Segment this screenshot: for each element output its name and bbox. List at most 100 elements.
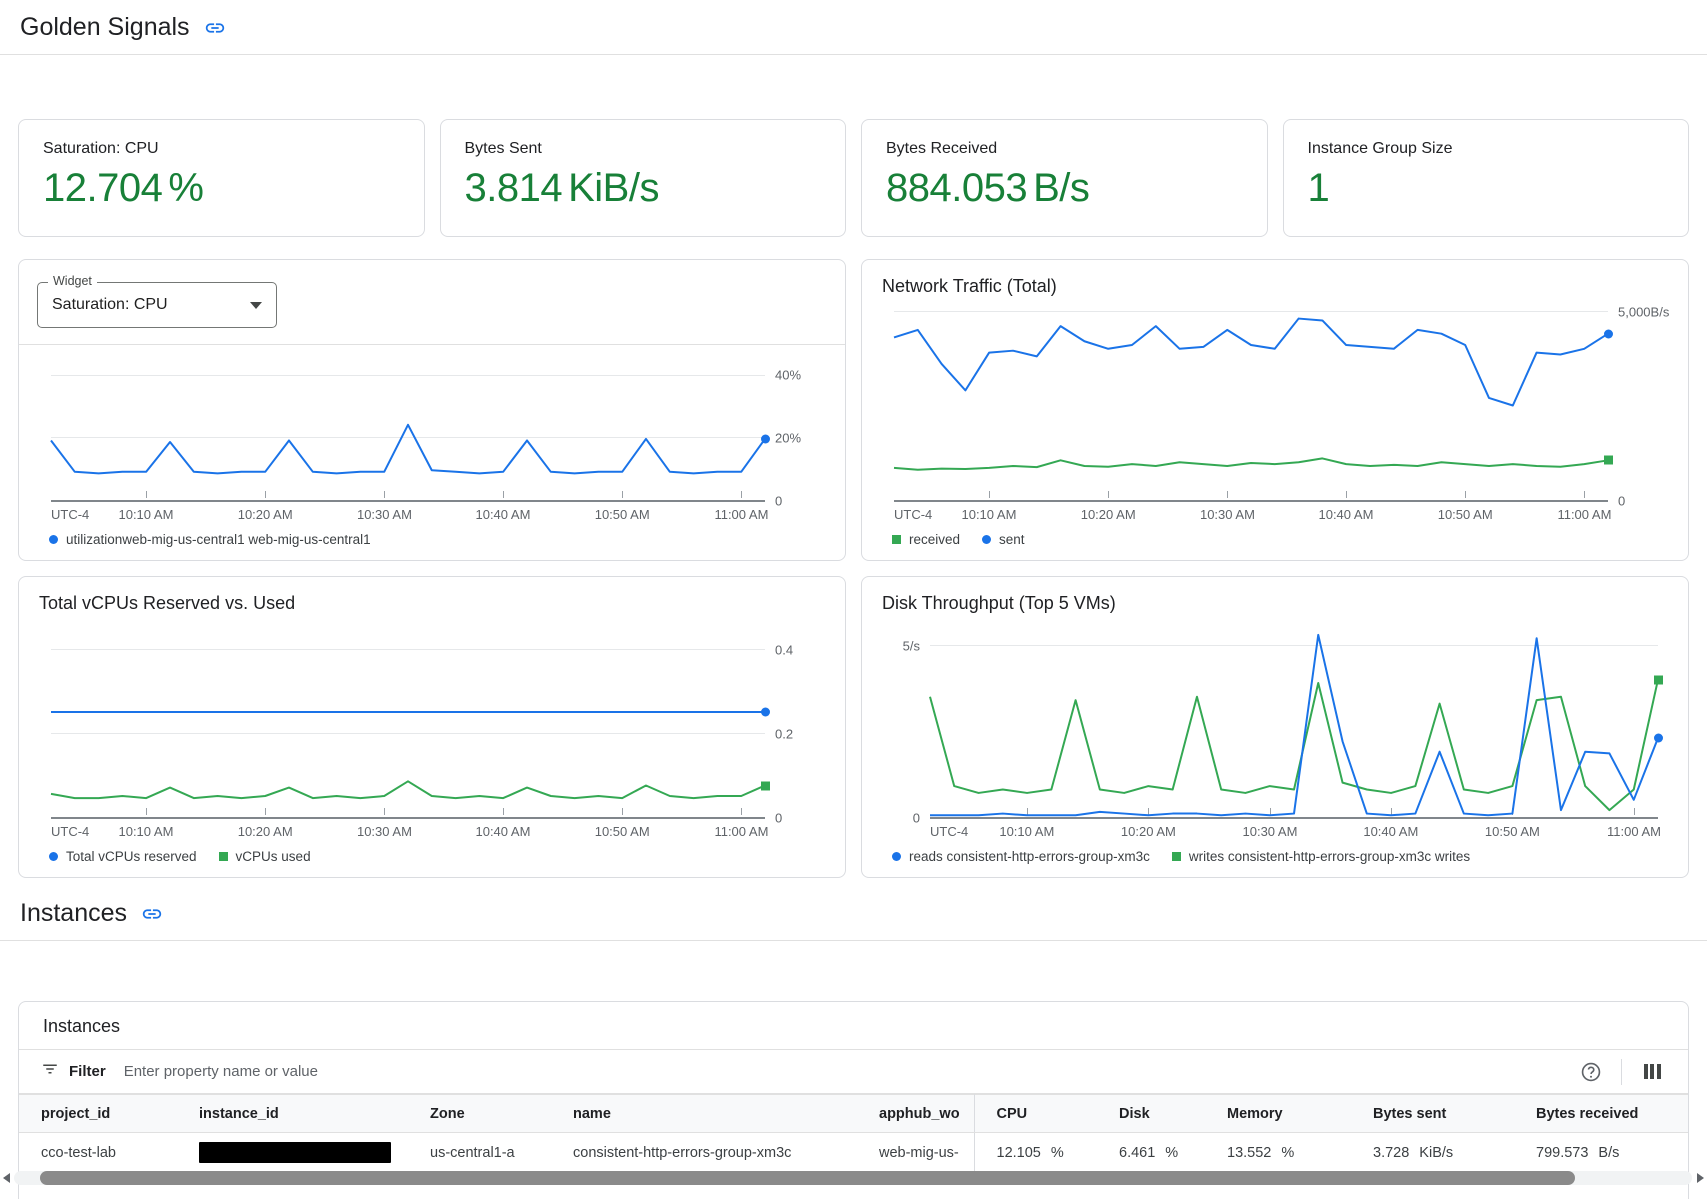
legend-item: reads consistent-http-errors-group-xm3c — [892, 849, 1150, 864]
legend-label: Total vCPUs reserved — [66, 849, 197, 864]
filter-label: Filter — [69, 1063, 106, 1080]
column-header-disk[interactable]: Disk — [1097, 1095, 1205, 1133]
timezone-label: UTC-4 — [894, 507, 932, 522]
charts-row-1: Widget Saturation: CPU 40%20%0 UTC-4 10:10… — [18, 259, 1689, 561]
disk-throughput-chart: 5/s0UTC-410:10 AM10:20 AM10:30 AM10:40 A… — [880, 614, 1670, 869]
cell-zone: us-central1-a — [408, 1133, 551, 1173]
link-icon[interactable] — [141, 903, 163, 925]
timezone-label: UTC-4 — [51, 824, 89, 839]
column-header-cpu[interactable]: CPU — [974, 1095, 1097, 1133]
y-axis-tick-label: 0 — [775, 811, 782, 826]
scrollbar-thumb[interactable] — [40, 1171, 1575, 1185]
filter-list-icon — [41, 1060, 59, 1083]
x-axis-tick-label: 10:30 AM — [1200, 507, 1255, 522]
column-header-zone[interactable]: Zone — [408, 1095, 551, 1133]
legend-label: sent — [999, 532, 1025, 547]
table-header-row: project_id instance_id Zone name apphub_… — [19, 1095, 1688, 1133]
right-arrow-icon[interactable] — [1697, 1173, 1704, 1183]
scorecard-bytes-received: Bytes Received 884.053B/s — [861, 119, 1268, 237]
x-axis-tick-label: 11:00 AM — [714, 507, 768, 522]
x-axis-tick-label: 10:50 AM — [595, 507, 650, 522]
charts-row-2: Total vCPUs Reserved vs. Used 0.40.20UTC… — [18, 576, 1689, 878]
legend-item: sent — [982, 532, 1025, 547]
scorecard-value: 1 — [1308, 166, 1665, 211]
x-axis-tick-label: 10:30 AM — [1243, 824, 1298, 839]
legend-square-icon — [1172, 852, 1181, 861]
instances-card-title: Instances — [19, 1002, 1688, 1050]
scorecard-number: 884.053 — [886, 166, 1027, 211]
legend-item: writes consistent-http-errors-group-xm3c… — [1172, 849, 1470, 864]
table-row[interactable]: cco-test-lab us-central1-a consistent-ht… — [19, 1133, 1688, 1173]
column-header-instance-id[interactable]: instance_id — [177, 1095, 408, 1133]
cell-bytes-received: 799.573B/s — [1514, 1133, 1688, 1173]
scorecard-number: 3.814 — [465, 166, 563, 211]
cell-disk: 6.461% — [1097, 1133, 1205, 1173]
column-chooser-icon[interactable] — [1638, 1058, 1666, 1086]
column-header-memory[interactable]: Memory — [1205, 1095, 1351, 1133]
filter-input[interactable]: Enter property name or value — [124, 1063, 1577, 1080]
chart-card-disk-throughput: Disk Throughput (Top 5 VMs) 5/s0UTC-410:… — [861, 576, 1689, 878]
x-axis-tick-label: 10:40 AM — [1318, 507, 1373, 522]
legend-item: Total vCPUs reserved — [49, 849, 197, 864]
x-axis-tick-label: 10:30 AM — [357, 507, 412, 522]
series-endpoint-marker — [1654, 675, 1663, 684]
x-axis-labels: UTC-410:10 AM10:20 AM10:30 AM10:40 AM10:… — [894, 500, 1608, 526]
column-header-bytes-sent[interactable]: Bytes sent — [1351, 1095, 1514, 1133]
x-axis-tick-label: 10:10 AM — [118, 824, 173, 839]
filter-row: Filter Enter property name or value — [19, 1050, 1688, 1094]
series-endpoint-marker — [1604, 456, 1613, 465]
chart-plot-area: 5,000B/s0 — [894, 311, 1608, 500]
widget-select-label: Widget — [48, 274, 97, 288]
y-axis-tick-label: 0 — [1618, 494, 1625, 509]
scorecard-unit: KiB/s — [568, 166, 659, 211]
column-header-name[interactable]: name — [551, 1095, 857, 1133]
scorecard-value: 12.704% — [43, 166, 400, 211]
series-endpoint-marker — [761, 781, 770, 790]
chart-canvas — [894, 311, 1608, 500]
chart-card-network-traffic: Network Traffic (Total) 5,000B/s0UTC-410… — [861, 259, 1689, 561]
saturation-cpu-chart: 40%20%0UTC-410:10 AM10:20 AM10:30 AM10:4… — [37, 345, 827, 552]
link-icon[interactable] — [204, 17, 226, 39]
chart-card-vcpus: Total vCPUs Reserved vs. Used 0.40.20UTC… — [18, 576, 846, 878]
scorecard-saturation-cpu: Saturation: CPU 12.704% — [18, 119, 425, 237]
section-title-instances: Instances — [20, 899, 127, 928]
chart-canvas — [51, 628, 765, 817]
scorecard-label: Bytes Sent — [465, 140, 822, 158]
scorecard-number: 12.704 — [43, 166, 162, 211]
left-arrow-icon[interactable] — [3, 1173, 10, 1183]
x-axis-tick-label: 10:20 AM — [238, 507, 293, 522]
legend-dot-icon — [49, 535, 58, 544]
chart-legend: Total vCPUs reserved vCPUs used — [49, 843, 827, 869]
legend-square-icon — [219, 852, 228, 861]
legend-label: received — [909, 532, 960, 547]
scorecard-instance-group-size: Instance Group Size 1 — [1283, 119, 1690, 237]
widget-select[interactable]: Widget Saturation: CPU — [37, 282, 277, 328]
legend-label: writes consistent-http-errors-group-xm3c… — [1189, 849, 1470, 864]
golden-signals-header: Golden Signals — [0, 0, 1707, 55]
column-header-project-id[interactable]: project_id — [19, 1095, 177, 1133]
timezone-label: UTC-4 — [930, 824, 968, 839]
scorecard-unit: % — [168, 166, 203, 211]
timezone-label: UTC-4 — [51, 507, 89, 522]
legend-item: vCPUs used — [219, 849, 311, 864]
legend-square-icon — [892, 535, 901, 544]
scorecard-bytes-sent: Bytes Sent 3.814KiB/s — [440, 119, 847, 237]
scorecard-number: 1 — [1308, 166, 1330, 211]
chart-plot-area: 40%20%0 — [51, 359, 765, 500]
help-circle-icon[interactable] — [1577, 1058, 1605, 1086]
scorecard-label: Bytes Received — [886, 140, 1243, 158]
x-axis-tick-label: 10:10 AM — [118, 507, 173, 522]
chart-legend: utilizationweb-mig-us-central1 web-mig-u… — [49, 526, 827, 552]
column-header-apphub-workload[interactable]: apphub_wo — [857, 1095, 974, 1133]
cell-name: consistent-http-errors-group-xm3c — [551, 1133, 857, 1173]
column-header-bytes-received[interactable]: Bytes received — [1514, 1095, 1688, 1133]
instances-header: Instances — [0, 886, 1707, 941]
cell-apphub-workload: web-mig-us- — [857, 1133, 974, 1173]
x-axis-tick-label: 10:50 AM — [1438, 507, 1493, 522]
x-axis-tick-label: 10:50 AM — [595, 824, 650, 839]
filter-button[interactable]: Filter — [41, 1060, 106, 1083]
x-axis-labels: UTC-410:10 AM10:20 AM10:30 AM10:40 AM10:… — [930, 817, 1658, 843]
x-axis-labels: UTC-410:10 AM10:20 AM10:30 AM10:40 AM10:… — [51, 500, 765, 526]
x-axis-tick-label: 10:20 AM — [1081, 507, 1136, 522]
widget-select-value: Saturation: CPU — [52, 296, 250, 314]
